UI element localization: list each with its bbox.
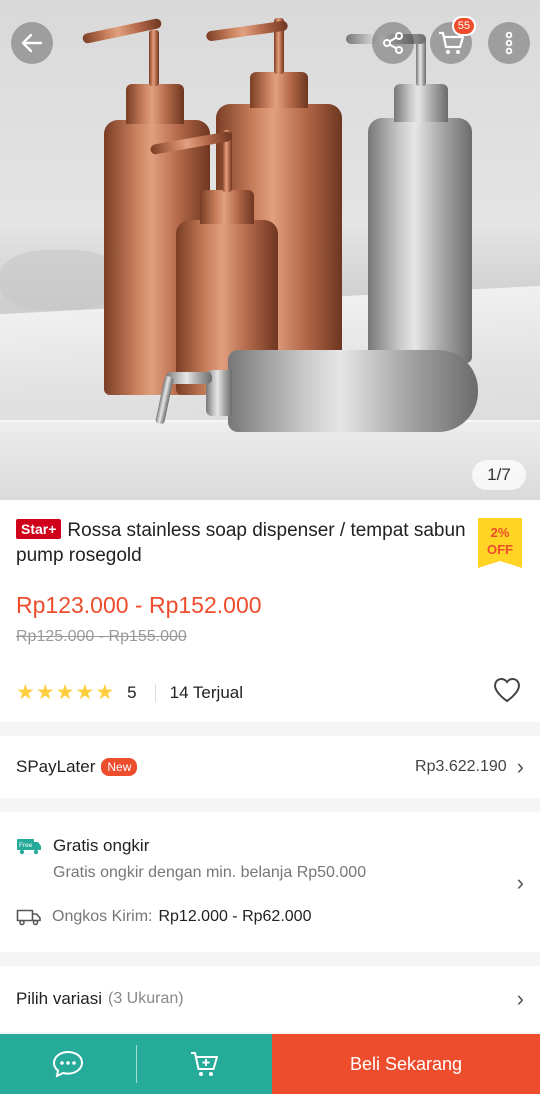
star-plus-badge: Star+ — [16, 519, 62, 539]
star-icon: ★ — [16, 681, 36, 704]
image-counter: 1/7 — [472, 460, 526, 490]
new-badge: New — [101, 758, 138, 776]
bottle-neck — [126, 84, 184, 124]
cart-button[interactable]: 55 — [430, 16, 476, 64]
spaylater-amount: Rp3.622.190 — [415, 758, 507, 775]
discount-badge: 2% OFF — [478, 518, 522, 568]
share-button[interactable] — [372, 22, 414, 64]
original-price-range: Rp125.000 - Rp155.000 — [16, 628, 187, 645]
product-title-row: Star+ Rossa stainless soap dispenser / te… — [16, 518, 466, 568]
discount-percent: 2% — [490, 525, 510, 540]
chevron-right-icon: › — [516, 754, 524, 779]
more-options-button[interactable] — [488, 22, 530, 64]
variation-label: Pilih variasi — [16, 989, 102, 1008]
divider — [154, 683, 156, 702]
spaylater-row[interactable]: SPayLater New Rp3.622.190 › — [0, 736, 540, 798]
add-to-cart-icon — [190, 1052, 218, 1076]
star-icon: ★ — [35, 681, 56, 704]
variation-count: (3 Ukuran) — [107, 990, 184, 1007]
arrow-left-icon — [21, 33, 43, 53]
like-button[interactable] — [492, 676, 522, 709]
bottle-neck — [394, 84, 448, 122]
svg-text:Free: Free — [19, 842, 33, 849]
bottle-neck — [200, 190, 254, 224]
shipping-cost-row: Ongkos Kirim: Rp12.000 - Rp62.000 — [16, 908, 311, 926]
buy-now-button[interactable]: Beli Sekarang — [272, 1034, 540, 1094]
chevron-right-icon: › — [516, 870, 524, 895]
chat-button[interactable] — [0, 1034, 136, 1094]
star-icon: ★ — [75, 681, 96, 704]
free-shipping-row: Free Gratis ongkir — [16, 836, 149, 856]
product-image[interactable]: 55 1/7 — [0, 0, 540, 500]
spaylater-label: SPayLater — [16, 757, 96, 776]
steel-bottle-lying — [228, 350, 478, 432]
back-button[interactable] — [11, 22, 53, 64]
price-range: Rp123.000 - Rp152.000 — [16, 592, 262, 618]
variation-row[interactable]: Pilih variasi (3 Ukuran) › — [0, 966, 540, 1032]
rating-value: 5 — [127, 682, 137, 702]
star-icon: ★ — [95, 681, 116, 704]
discount-off-label: OFF — [487, 542, 513, 557]
marble-tray-edge — [0, 420, 540, 500]
more-vertical-icon — [505, 31, 513, 55]
bottle-neck — [250, 72, 308, 108]
free-shipping-subtitle: Gratis ongkir dengan min. belanja Rp50.0… — [53, 864, 367, 881]
product-info: Star+ Rossa stainless soap dispenser / te… — [0, 500, 540, 722]
shipping-section[interactable]: Free Gratis ongkir Gratis ongkir dengan … — [0, 812, 540, 952]
bottom-action-bar: Beli Sekarang — [0, 1034, 540, 1094]
marble-decoration — [0, 250, 120, 310]
star-icon: ★ — [55, 681, 76, 704]
chat-icon — [52, 1050, 84, 1078]
rating-row[interactable]: ★★★★★ 5 14 Terjual — [16, 680, 243, 705]
free-shipping-title: Gratis ongkir — [53, 836, 150, 855]
truck-icon — [16, 909, 41, 926]
sold-count: 14 Terjual — [169, 682, 244, 702]
chevron-right-icon: › — [516, 986, 524, 1011]
heart-icon — [493, 677, 521, 703]
cart-count-badge: 55 — [451, 16, 476, 36]
product-page: 55 1/7 Star+ Rossa stainless soap dispens… — [0, 0, 540, 1094]
share-icon — [383, 32, 403, 54]
add-to-cart-button[interactable] — [137, 1034, 272, 1094]
pump-stem — [149, 30, 159, 86]
product-title: Rossa stainless soap dispenser / tempat … — [16, 520, 466, 566]
free-shipping-icon: Free — [17, 839, 41, 855]
steel-bottle-tall — [368, 118, 472, 363]
shipping-cost-label: Ongkos Kirim: — [52, 908, 153, 925]
rating-stars: ★★★★★ — [16, 680, 115, 705]
shipping-cost-value: Rp12.000 - Rp62.000 — [158, 908, 312, 925]
